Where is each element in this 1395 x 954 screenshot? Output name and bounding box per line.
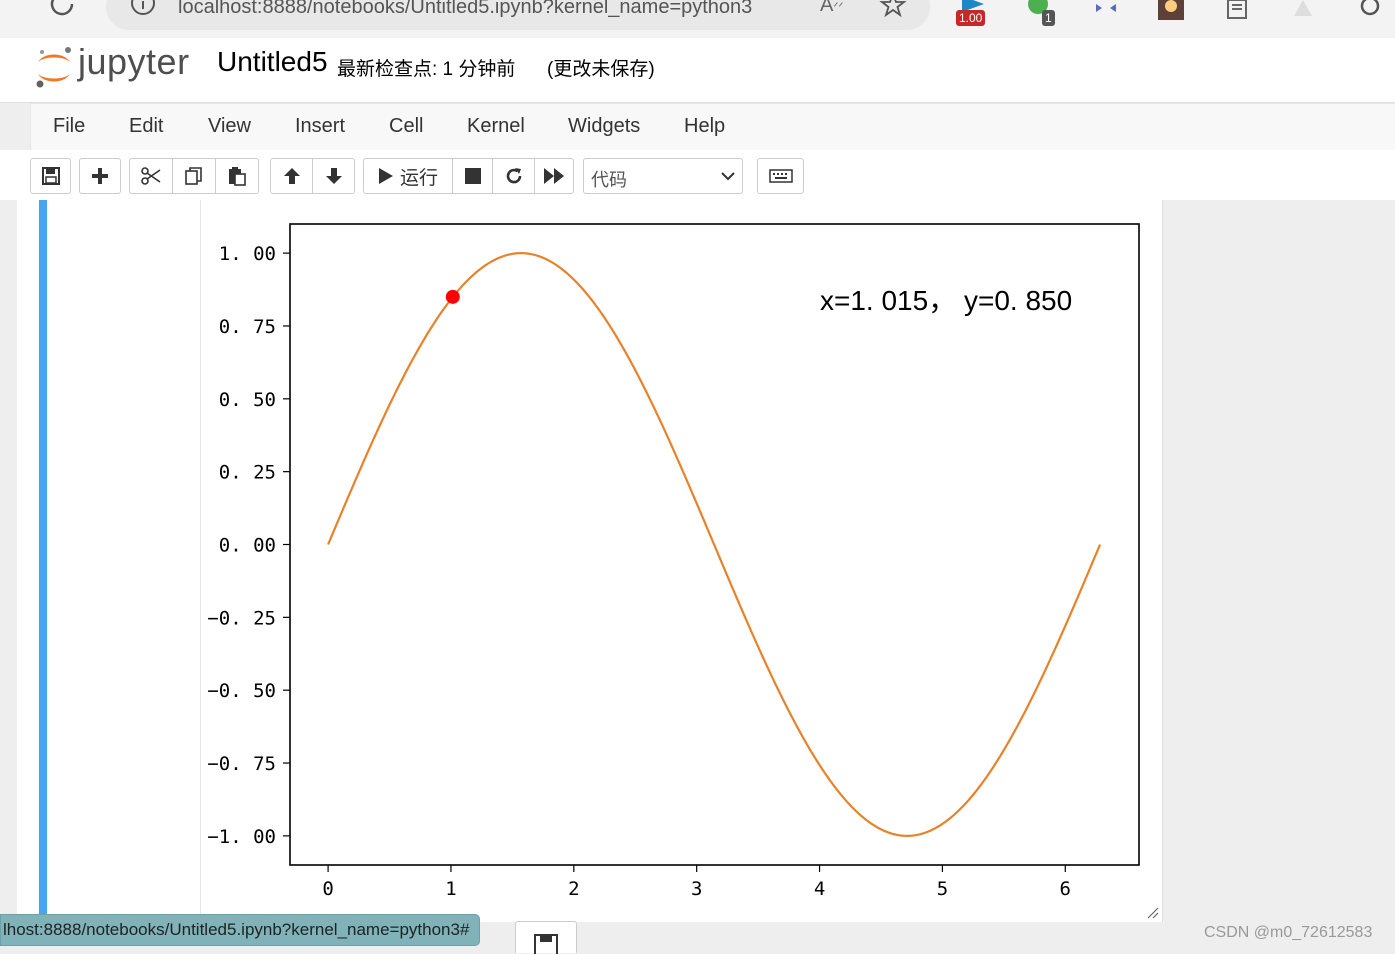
notebook-name[interactable]: Untitled5 — [217, 46, 328, 78]
command-palette-button[interactable] — [757, 158, 804, 194]
move-down-button[interactable] — [312, 158, 355, 194]
menu-file[interactable]: File — [53, 115, 85, 138]
interrupt-button[interactable] — [452, 158, 493, 194]
cell-type-value: 代码 — [591, 170, 627, 190]
status-link-preview: lhost:8888/notebooks/Untitled5.ipynb?ker… — [0, 914, 481, 946]
y-tick-label: −0. 25 — [207, 607, 276, 629]
insert-cell-button[interactable] — [79, 158, 121, 194]
plus-icon — [92, 168, 108, 184]
toolbar-keyboard-group — [757, 158, 804, 194]
arrow-up-icon — [283, 168, 300, 184]
collections-shape-icon — [1227, 0, 1247, 19]
toolbar-save-group — [30, 158, 71, 194]
y-tick-label: 1. 00 — [219, 243, 276, 265]
reload-icon[interactable] — [44, 0, 80, 22]
sine-curve — [327, 252, 1102, 837]
toolbar-run-group: 运行 — [363, 158, 574, 194]
cut-icon — [141, 167, 161, 185]
x-tick-label: 5 — [937, 878, 948, 900]
extension-icon-2[interactable]: 1 — [1026, 0, 1055, 26]
run-label: 运行 — [399, 167, 438, 189]
menu-widgets[interactable]: Widgets — [568, 115, 640, 138]
run-all-button[interactable] — [534, 158, 574, 194]
x-tick-label: 1 — [445, 878, 456, 900]
y-axis: 1. 00 0. 75 0. 50 0. 25 0. 00 −0. 25 −0. 50 −0.… — [207, 243, 290, 848]
copy-icon — [185, 167, 202, 185]
y-tick-label: −1. 00 — [207, 826, 276, 848]
keyboard-icon — [768, 169, 793, 183]
x-axis: 0 1 2 3 4 5 6 — [322, 865, 1071, 900]
gear-icon — [1360, 0, 1380, 16]
restart-button[interactable] — [492, 158, 535, 194]
save-icon — [41, 167, 60, 185]
settings-gear-icon[interactable] — [1356, 0, 1384, 25]
address-text[interactable]: localhost:8888/notebooks/Untitled5.ipynb… — [178, 0, 752, 19]
bottom-save-tab[interactable] — [515, 921, 577, 954]
extension-badge: 1.00 — [956, 10, 986, 26]
menu-help[interactable]: Help — [684, 115, 725, 138]
play-icon — [378, 168, 393, 184]
menu-view[interactable]: View — [208, 115, 251, 138]
arrow-down-icon — [325, 168, 342, 184]
save-icon — [534, 934, 558, 954]
cell-type-select[interactable]: 代码 — [583, 158, 743, 194]
paste-button[interactable] — [215, 158, 259, 194]
fast-forward-icon — [544, 168, 564, 184]
extension-icon-4[interactable] — [1158, 0, 1184, 25]
copy-button[interactable] — [172, 158, 216, 194]
jupyter-wordmark[interactable]: jupyter — [78, 41, 190, 83]
x-tick-label: 0 — [322, 878, 333, 900]
read-aloud-icon[interactable]: Aᐟᐟ — [820, 0, 844, 17]
x-tick-label: 2 — [568, 878, 579, 900]
resize-handle-icon[interactable] — [1146, 906, 1160, 920]
cut-button[interactable] — [129, 158, 173, 194]
x-tick-label: 3 — [691, 878, 702, 900]
move-up-button[interactable] — [270, 158, 313, 194]
menu-kernel[interactable]: Kernel — [467, 115, 525, 138]
y-tick-label: −0. 75 — [207, 753, 276, 775]
chevron-down-icon — [721, 172, 735, 181]
menu-insert[interactable]: Insert — [295, 115, 345, 138]
collections-icon[interactable] — [1226, 0, 1250, 25]
y-tick-label: 0. 75 — [219, 316, 276, 338]
browser-toolbar: localhost:8888/notebooks/Untitled5.ipynb… — [0, 0, 1395, 38]
annotation-text: x=1. 015， y=0. 850 — [820, 285, 1072, 316]
toolbar-edit-group — [129, 158, 259, 194]
y-tick-label: 0. 00 — [219, 535, 276, 557]
toolbar-move-group — [270, 158, 355, 194]
restart-icon — [506, 168, 521, 184]
jupyter-logo-icon[interactable] — [34, 44, 74, 90]
extension-icon-1[interactable]: 1.00 — [956, 0, 988, 26]
favorite-star-icon[interactable] — [878, 0, 908, 20]
toolbar-insert-group — [79, 158, 121, 194]
autosave-status: (更改未保存) — [547, 59, 655, 80]
menu-edit[interactable]: Edit — [129, 115, 163, 138]
sine-chart: 1. 00 0. 75 0. 50 0. 25 0. 00 −0. 25 −0. 50 −0.… — [207, 223, 1140, 900]
run-button[interactable]: 运行 — [363, 158, 453, 194]
save-button[interactable] — [30, 158, 71, 194]
y-tick-label: 0. 25 — [219, 462, 276, 484]
watermark: CSDN @m0_72612583 — [1204, 924, 1373, 941]
marker-point — [445, 289, 460, 304]
notebook-toolbar: 运行 代码 — [0, 150, 1395, 200]
translate-arrows-icon — [1096, 4, 1116, 12]
menu-cell[interactable]: Cell — [389, 115, 423, 138]
avatar-icon — [1158, 0, 1184, 20]
jupyter-header: jupyter Untitled5 最新检查点: 1 分钟前 (更改未保存) — [0, 38, 1395, 103]
site-info-icon[interactable] — [128, 0, 158, 18]
x-tick-label: 4 — [814, 878, 825, 900]
x-tick-label: 6 — [1060, 878, 1071, 900]
selected-cell-indicator — [39, 200, 47, 916]
stop-icon — [464, 168, 481, 184]
y-tick-label: 0. 50 — [219, 389, 276, 411]
paste-icon — [229, 167, 246, 186]
y-tick-label: −0. 50 — [207, 680, 276, 702]
triangle-icon — [1294, 0, 1312, 16]
menubar: File Edit View Insert Cell Kernel Widget… — [30, 103, 1395, 151]
extension-icon-3[interactable] — [1094, 0, 1118, 21]
checkpoint-status: 最新检查点: 1 分钟前 — [337, 59, 516, 80]
extension-badge: 1 — [1042, 10, 1055, 26]
extension-icon-5[interactable] — [1292, 0, 1314, 23]
